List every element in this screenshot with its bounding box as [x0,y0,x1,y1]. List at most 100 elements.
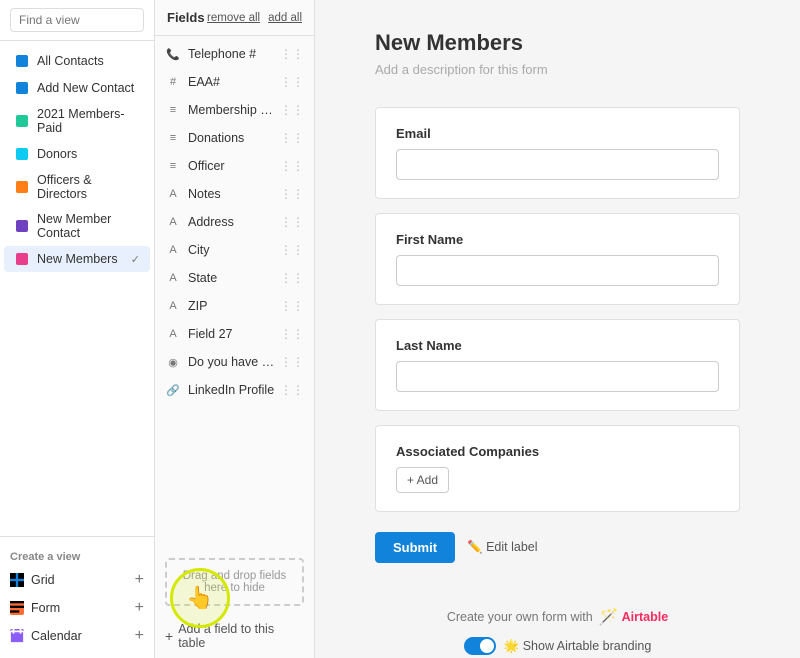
sidebar-item-all-contacts[interactable]: All Contacts [4,48,150,74]
nav-label-add-new-contact: Add New Contact [37,81,134,95]
field-item-zip[interactable]: AZIP⋮⋮ [155,292,314,320]
drag-handle-address[interactable]: ⋮⋮ [280,215,304,229]
sidebar-item-add-new-contact[interactable]: Add New Contact [4,75,150,101]
fields-title: Fields [167,10,205,25]
fields-drop-zone: Drag and drop fields here to hide [165,558,304,606]
remove-all-btn[interactable]: remove all [207,12,260,24]
email-input[interactable] [396,149,719,180]
branding-section: Create your own form with 🪄 Airtable 🌟 S… [375,593,740,658]
field-item-eaa[interactable]: # EAA#⋮⋮ [155,68,314,96]
create-form-text: Create your own form with [447,610,593,624]
drag-handle-state[interactable]: ⋮⋮ [280,271,304,285]
nav-label-2021-members-paid: 2021 Members-Paid [37,107,140,135]
add-field-label: Add a field to this table [178,622,304,650]
drag-handle-donations[interactable]: ⋮⋮ [280,131,304,145]
drag-handle-city[interactable]: ⋮⋮ [280,243,304,257]
drag-handle-linkedin-profile[interactable]: ⋮⋮ [280,383,304,397]
field-item-membership-payments[interactable]: ≡ Membership Payments⋮⋮ [155,96,314,124]
field-item-donations[interactable]: ≡Donations⋮⋮ [155,124,314,152]
first-name-input[interactable] [396,255,719,286]
main-area: New Members Add a description for this f… [315,0,800,658]
field-name-officer: Officer [188,159,280,173]
fields-panel-wrapper: Fields remove all add all 📞Telephone #⋮⋮… [155,0,315,658]
bottom-item-form[interactable]: Form+ [0,594,154,622]
email-label: Email [396,126,719,141]
sidebar-item-2021-members-paid[interactable]: 2021 Members-Paid [4,102,150,140]
nav-icon-donors [14,146,30,162]
field-name-city: City [188,243,280,257]
bottom-label-grid: Grid [31,573,55,587]
sidebar-item-donors[interactable]: Donors [4,141,150,167]
airtable-logo: Airtable [622,610,669,624]
field-item-address[interactable]: AAddress⋮⋮ [155,208,314,236]
sidebar-item-officers-directors[interactable]: Officers & Directors [4,168,150,206]
sidebar-item-new-members[interactable]: New Members✓ [4,246,150,272]
nav-icon-2021-members-paid [14,113,30,129]
toggle-row: 🌟 Show Airtable branding [375,637,740,655]
associated-companies-label: Associated Companies [396,444,719,459]
search-input[interactable] [10,8,144,32]
field-item-officer[interactable]: ≡Officer⋮⋮ [155,152,314,180]
field-name-eaa: EAA# [188,75,280,89]
associated-companies-section: Associated Companies + Add [375,425,740,512]
field-icon-donations: ≡ [165,130,181,146]
fields-panel: Fields remove all add all 📞Telephone #⋮⋮… [155,0,315,658]
drag-handle-field27[interactable]: ⋮⋮ [280,327,304,341]
bottom-icon-form [10,601,24,615]
submit-row: Submit ✏️ Edit label [375,532,740,563]
first-name-section: First Name [375,213,740,305]
field-item-telephone[interactable]: 📞Telephone #⋮⋮ [155,40,314,68]
field-item-state[interactable]: AState⋮⋮ [155,264,314,292]
field-item-city[interactable]: ACity⋮⋮ [155,236,314,264]
field-name-address: Address [188,215,280,229]
field-item-linkedin-check[interactable]: ◉Do you have a LinkedIn p...⋮⋮ [155,348,314,376]
branding-toggle[interactable] [464,637,496,655]
add-field-btn[interactable]: + Add a field to this table [155,614,314,658]
drag-handle-notes[interactable]: ⋮⋮ [280,187,304,201]
field-icon-telephone: 📞 [165,46,181,62]
nav-icon-officers-directors [14,179,30,195]
bottom-icon-calendar [10,629,24,643]
nav-icon-new-member-contact [14,218,30,234]
field-icon-membership-payments: ≡ [165,102,181,118]
nav-icon-new-members [14,251,30,267]
form-title: New Members [375,30,740,56]
fields-list: 📞Telephone #⋮⋮#EAA#⋮⋮≡Membership Payment… [155,36,314,550]
fields-actions: remove all add all [207,12,302,24]
form-description[interactable]: Add a description for this form [375,62,740,77]
submit-button[interactable]: Submit [375,532,455,563]
field-item-notes[interactable]: ANotes⋮⋮ [155,180,314,208]
nav-label-officers-directors: Officers & Directors [37,173,140,201]
nav-icon-all-contacts [14,53,30,69]
last-name-label: Last Name [396,338,719,353]
last-name-input[interactable] [396,361,719,392]
drag-handle-telephone[interactable]: ⋮⋮ [280,47,304,61]
nav-label-new-members: New Members [37,252,118,266]
field-name-state: State [188,271,280,285]
bottom-item-calendar[interactable]: Calendar+ [0,622,154,650]
plus-icon: + [165,628,173,644]
add-company-button[interactable]: + Add [396,467,449,493]
toggle-label: 🌟 Show Airtable branding [504,639,652,654]
bottom-item-grid[interactable]: Grid + [0,566,154,594]
drag-handle-membership-payments[interactable]: ⋮⋮ [280,103,304,117]
field-item-field27[interactable]: AField 27⋮⋮ [155,320,314,348]
field-item-linkedin-profile[interactable]: 🔗LinkedIn Profile⋮⋮ [155,376,314,404]
edit-label-button[interactable]: ✏️ Edit label [467,540,537,555]
sidebar-item-new-member-contact[interactable]: New Member Contact [4,207,150,245]
nav-label-donors: Donors [37,147,77,161]
drag-handle-officer[interactable]: ⋮⋮ [280,159,304,173]
drag-handle-eaa[interactable]: ⋮⋮ [280,75,304,89]
bottom-icon-grid [10,573,24,587]
airtable-brand: 🪄 Airtable [599,607,668,627]
field-icon-eaa: # [165,74,181,90]
field-name-membership-payments: Membership Payments [188,103,280,117]
first-name-label: First Name [396,232,719,247]
add-all-btn[interactable]: add all [268,12,302,24]
nav-label-new-member-contact: New Member Contact [37,212,140,240]
last-name-section: Last Name [375,319,740,411]
airtable-icon: 🪄 [599,607,619,627]
plus-icon-grid: + [135,571,144,589]
drag-handle-zip[interactable]: ⋮⋮ [280,299,304,313]
drag-handle-linkedin-check[interactable]: ⋮⋮ [280,355,304,369]
